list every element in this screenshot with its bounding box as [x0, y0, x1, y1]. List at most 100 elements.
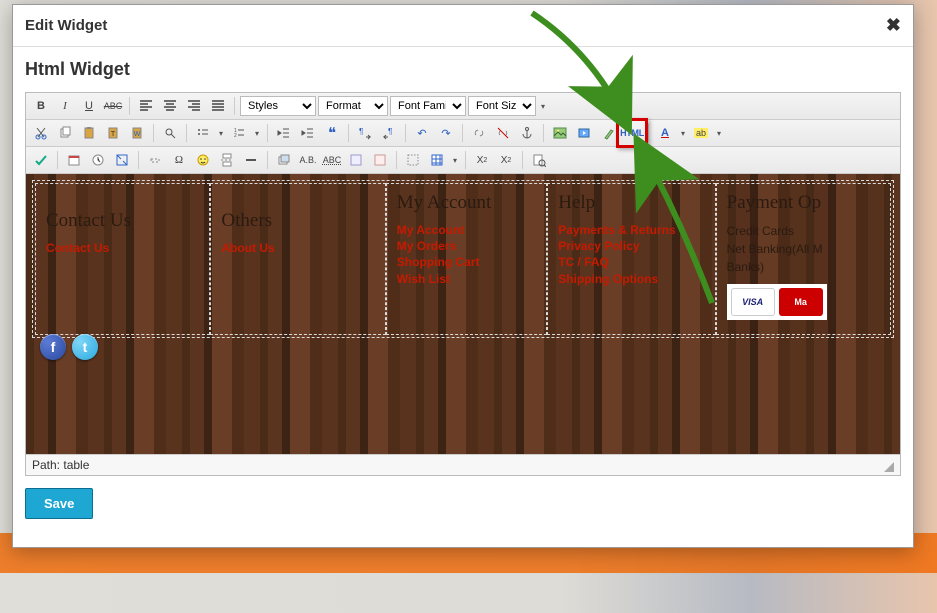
dialog-body: Html Widget B I U ABC Styles Format Font…	[13, 47, 913, 547]
anchor-button[interactable]	[516, 123, 538, 143]
ltr-button[interactable]: ¶	[354, 123, 376, 143]
align-justify-button[interactable]	[207, 96, 229, 116]
editor-path-text: Path: table	[32, 458, 89, 472]
unlink-button[interactable]	[492, 123, 514, 143]
link-button[interactable]	[468, 123, 490, 143]
toolbar-separator	[543, 124, 544, 142]
html-source-button[interactable]: HTML	[621, 123, 643, 143]
insert-image-button[interactable]	[549, 123, 571, 143]
dialog-title: Edit Widget	[25, 17, 107, 34]
insert-layer-button[interactable]	[273, 150, 295, 170]
toolbar-separator	[153, 124, 154, 142]
copy-button[interactable]	[54, 123, 76, 143]
insert-date-button[interactable]	[63, 150, 85, 170]
footer-link[interactable]: Shipping Options	[558, 271, 704, 287]
insert-media-button[interactable]	[573, 123, 595, 143]
facebook-icon[interactable]: f	[40, 334, 66, 360]
resize-grip-icon[interactable]	[884, 462, 894, 472]
insert-time-button[interactable]	[87, 150, 109, 170]
paste-button[interactable]	[78, 123, 100, 143]
table-caret[interactable]: ▾	[450, 150, 460, 170]
footer-link[interactable]: Shopping Cart	[397, 254, 536, 270]
cut-button[interactable]	[30, 123, 52, 143]
special-char-button[interactable]: Ω	[168, 150, 190, 170]
footer-col-others: Others About Us	[210, 183, 385, 335]
widget-subtitle: Html Widget	[25, 59, 901, 80]
show-blocks-button[interactable]	[402, 150, 424, 170]
footer-col-account: My Account My Account My Orders Shopping…	[386, 183, 547, 335]
blockquote-button[interactable]: ❝	[321, 123, 343, 143]
redo-button[interactable]: ↷	[435, 123, 457, 143]
footer-link[interactable]: Payments & Returns	[558, 222, 704, 238]
align-center-button[interactable]	[159, 96, 181, 116]
bold-button[interactable]: B	[30, 96, 52, 116]
social-icons: f t	[40, 334, 98, 360]
twitter-icon[interactable]: t	[72, 334, 98, 360]
rtl-button[interactable]: ¶	[378, 123, 400, 143]
toolbar-row-3: Ω A.B. ABC ▾ X2 X2	[26, 147, 900, 174]
indent-button[interactable]	[297, 123, 319, 143]
fullscreen-button[interactable]	[111, 150, 133, 170]
pagebreak-button[interactable]	[216, 150, 238, 170]
acronym-button[interactable]: ABC	[321, 150, 343, 170]
bg-color-caret[interactable]: ▾	[714, 123, 724, 143]
underline-button[interactable]: U	[78, 96, 100, 116]
undo-button[interactable]: ↶	[411, 123, 433, 143]
footer-col-help: Help Payments & Returns Privacy Policy T…	[547, 183, 715, 335]
numbered-list-caret[interactable]: ▾	[252, 123, 262, 143]
abbr-button[interactable]: A.B.	[297, 150, 319, 170]
footer-link[interactable]: TC / FAQ	[558, 254, 704, 270]
emoticon-button[interactable]	[192, 150, 214, 170]
insert-table-button[interactable]	[426, 150, 448, 170]
superscript-button[interactable]: X2	[495, 150, 517, 170]
align-left-button[interactable]	[135, 96, 157, 116]
footer-heading: Help	[558, 192, 704, 214]
footer-link[interactable]: Wish List	[397, 271, 536, 287]
toolbar-separator	[396, 151, 397, 169]
footer-heading: Payment Op	[727, 192, 880, 214]
hr-button[interactable]	[240, 150, 262, 170]
svg-text:W: W	[134, 131, 141, 138]
numbered-list-button[interactable]: 12	[228, 123, 250, 143]
footer-link[interactable]: My Account	[397, 222, 536, 238]
footer-text: Credit Cards	[727, 224, 794, 238]
non-breaking-space-button[interactable]	[144, 150, 166, 170]
text-color-button[interactable]: A	[654, 123, 676, 143]
bullet-list-caret[interactable]: ▾	[216, 123, 226, 143]
footer-link[interactable]: Contact Us	[46, 240, 199, 256]
cite-button[interactable]	[345, 150, 367, 170]
save-button[interactable]: Save	[25, 488, 93, 519]
editor-canvas[interactable]: Contact Us Contact Us Others About Us My…	[26, 174, 900, 454]
strikethrough-button[interactable]: ABC	[102, 96, 124, 116]
footer-link[interactable]: My Orders	[397, 238, 536, 254]
toolbar-separator	[462, 124, 463, 142]
cleanup-button[interactable]	[597, 123, 619, 143]
footer-link[interactable]: About Us	[221, 240, 374, 256]
spellcheck-button[interactable]	[30, 150, 52, 170]
bg-color-button[interactable]: ab	[690, 123, 712, 143]
footer-link[interactable]: Privacy Policy	[558, 238, 704, 254]
paste-word-button[interactable]: W	[126, 123, 148, 143]
format-select[interactable]: Format	[318, 96, 388, 116]
font-size-dropdown-caret[interactable]: ▾	[538, 96, 548, 116]
footer-heading: My Account	[397, 192, 536, 214]
toolbar-separator	[138, 151, 139, 169]
text-color-caret[interactable]: ▾	[678, 123, 688, 143]
footer-text: Net Banking(All M	[727, 242, 823, 256]
font-family-select[interactable]: Font Family	[390, 96, 466, 116]
font-size-select[interactable]: Font Size	[468, 96, 536, 116]
find-replace-button[interactable]	[159, 123, 181, 143]
paste-text-button[interactable]: T	[102, 123, 124, 143]
styles-select[interactable]: Styles	[240, 96, 316, 116]
toolbar-separator	[465, 151, 466, 169]
toolbar-separator	[405, 124, 406, 142]
preview-button[interactable]	[528, 150, 550, 170]
bullet-list-button[interactable]	[192, 123, 214, 143]
dialog-close-button[interactable]: ✖	[886, 15, 901, 36]
mastercard-icon: Ma	[779, 288, 823, 316]
italic-button[interactable]: I	[54, 96, 76, 116]
subscript-button[interactable]: X2	[471, 150, 493, 170]
align-right-button[interactable]	[183, 96, 205, 116]
outdent-button[interactable]	[273, 123, 295, 143]
del-button[interactable]	[369, 150, 391, 170]
